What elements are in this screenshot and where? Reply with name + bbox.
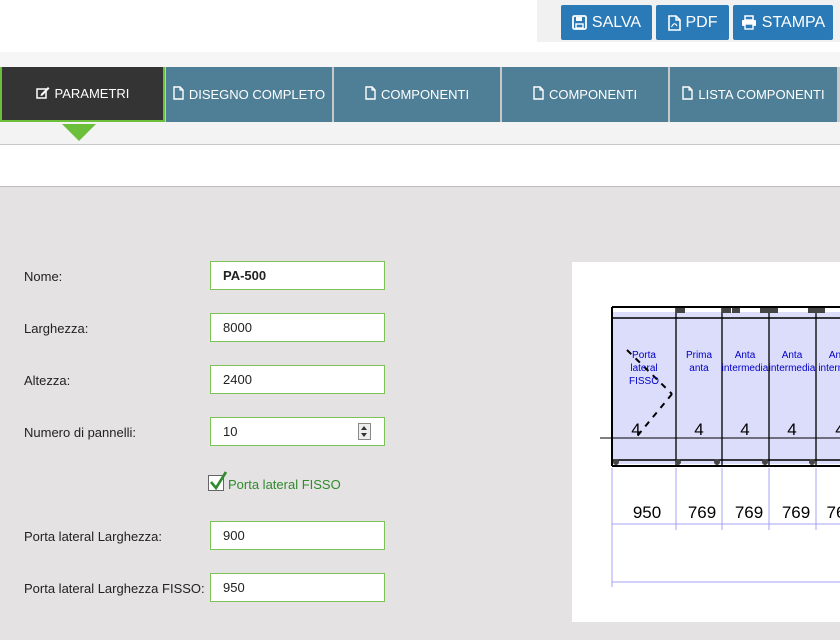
panel-label: Anta <box>735 350 756 361</box>
save-button-label: SALVA <box>591 13 642 31</box>
tab-componenti-2[interactable]: COMPONENTI <box>502 67 668 122</box>
section-band <box>0 145 840 187</box>
tab-bar: PARAMETRI DISEGNO COMPLETO COMPONENTI CO… <box>0 67 840 122</box>
panel-fill <box>816 312 840 464</box>
panel-width: 76 <box>827 503 840 522</box>
panel-fill <box>722 312 769 464</box>
checkmark-icon <box>210 471 228 491</box>
panel-label: Porta <box>632 350 656 361</box>
altezza-field[interactable]: 2400 <box>210 365 385 394</box>
panel-label: Anta <box>782 350 803 361</box>
tab-disegno-completo[interactable]: DISEGNO COMPLETO <box>166 67 332 122</box>
panel-label: lateral <box>630 363 657 374</box>
save-button[interactable]: SALVA <box>561 5 652 40</box>
width-dimensions <box>611 468 840 587</box>
tab-label: PARAMETRI <box>54 86 130 101</box>
top-toolbar: SALVA PDF STAMPA <box>0 0 840 52</box>
tab-lista-componenti[interactable]: LISTA COMPONENTI <box>670 67 837 122</box>
nome-label: Nome: <box>24 269 63 284</box>
file-icon <box>682 86 694 103</box>
tab-label: LISTA COMPONENTI <box>698 87 825 102</box>
print-button-label: STAMPA <box>761 13 826 31</box>
panel-label: intermedia <box>769 363 816 374</box>
print-button[interactable]: STAMPA <box>733 5 833 40</box>
panel-fill <box>612 312 676 464</box>
larghezza-label: Larghezza: <box>24 321 89 336</box>
tab-label: DISEGNO COMPLETO <box>188 87 326 102</box>
pdf-file-icon <box>667 14 681 31</box>
tab-content-header <box>0 122 840 145</box>
pdf-button[interactable]: PDF <box>656 5 729 40</box>
tab-label: COMPONENTI <box>380 87 470 102</box>
porta-fisso-label[interactable]: Porta lateral FISSO <box>228 477 341 492</box>
edit-icon <box>35 86 50 102</box>
porta-larghezza-fisso-label: Porta lateral Larghezza FISSO: <box>24 581 205 596</box>
pannelli-stepper[interactable]: 10 <box>210 417 385 446</box>
nome-field[interactable]: PA-500 <box>210 261 385 290</box>
panel-count: 4 <box>631 420 640 439</box>
panel-count: 4 <box>694 420 703 439</box>
panel-count: 4 <box>740 420 749 439</box>
panel-width: 769 <box>735 503 763 522</box>
pannelli-label: Numero di pannelli: <box>24 425 137 440</box>
panel-label: An <box>829 350 840 361</box>
panel-fill <box>769 312 816 464</box>
altezza-label: Altezza: <box>24 373 71 388</box>
panel-label: anta <box>689 363 709 374</box>
panel-width: 769 <box>688 503 716 522</box>
panel-width: 950 <box>633 503 661 522</box>
file-icon <box>365 86 376 103</box>
tab-label: COMPONENTI <box>548 87 638 102</box>
file-icon <box>533 86 544 103</box>
porta-fisso-checkbox[interactable] <box>208 471 228 491</box>
save-icon <box>571 15 587 30</box>
tab-componenti[interactable]: COMPONENTI <box>334 67 500 122</box>
panel-widths: 950 769 769 769 76 <box>633 503 840 522</box>
porta-larghezza-field[interactable]: 900 <box>210 521 385 550</box>
panel-label: Prima <box>686 350 713 361</box>
panel-count: 4 <box>787 420 796 439</box>
file-icon <box>173 86 184 103</box>
porta-larghezza-label: Porta lateral Larghezza: <box>24 529 163 544</box>
tabs-spacer <box>0 52 840 67</box>
spinner-arrows-icon[interactable] <box>358 423 371 440</box>
pdf-button-label: PDF <box>685 13 718 31</box>
print-icon <box>741 15 757 30</box>
panel-count: 4 <box>835 420 840 439</box>
panel-fill <box>676 312 722 464</box>
drawing-preview: Porta lateral FISSO Prima anta Anta inte… <box>572 262 840 622</box>
panel-label: intermedia <box>722 363 769 374</box>
panel-label: FISSO <box>629 376 659 387</box>
larghezza-field[interactable]: 8000 <box>210 313 385 342</box>
porta-larghezza-fisso-field[interactable]: 950 <box>210 573 385 602</box>
panel-width: 769 <box>782 503 810 522</box>
panel-label: interme <box>818 363 840 374</box>
active-tab-indicator <box>62 124 96 141</box>
tab-parametri[interactable]: PARAMETRI <box>0 67 165 122</box>
pannelli-value: 10 <box>223 424 238 439</box>
